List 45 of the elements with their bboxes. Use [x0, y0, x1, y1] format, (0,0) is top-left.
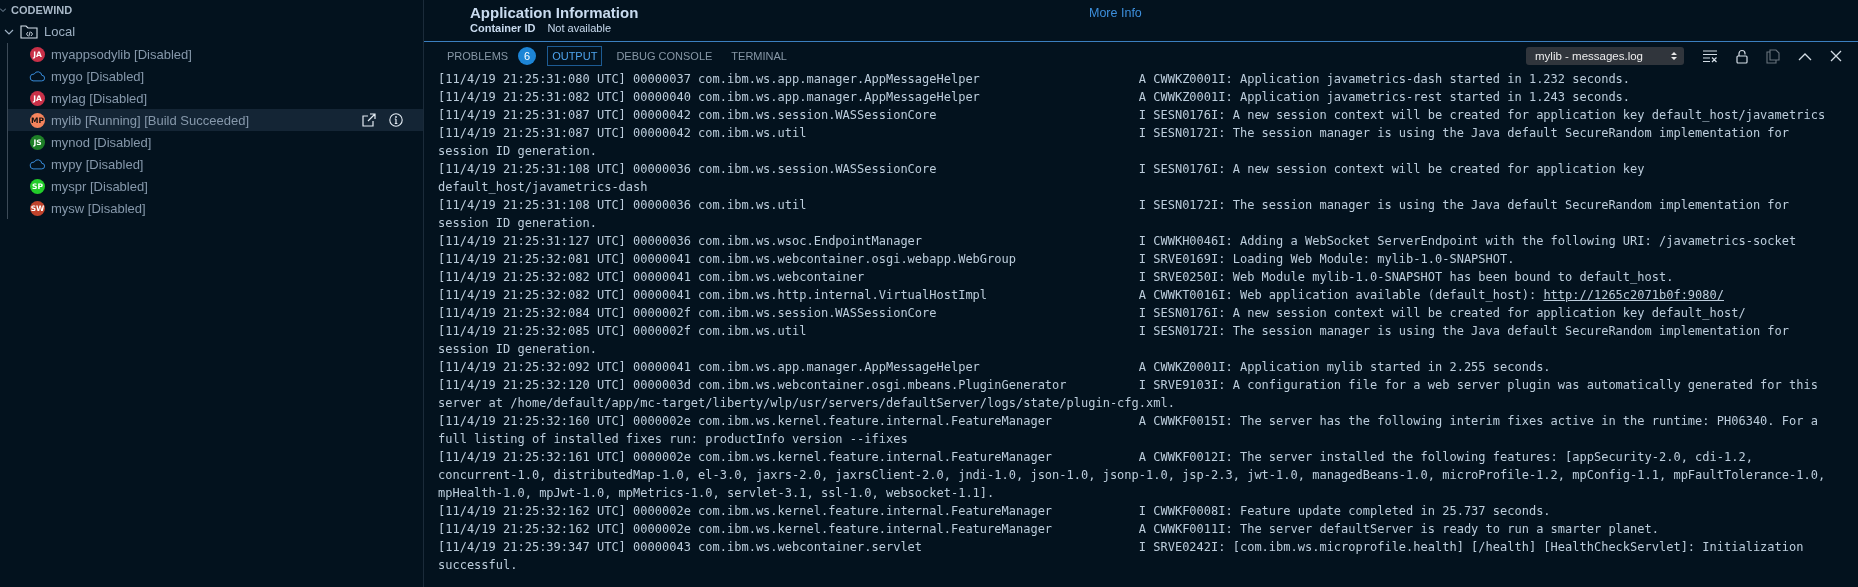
log-line: [11/4/19 21:25:32:081 UTC] 00000041 com.ibm.ws.webcontainer.osgi.webapp.WebGroup I SRVE0169I: Loading Web Module: mylib-1.0-SNAPSHOT.	[438, 251, 1516, 268]
field-value: Not available	[547, 22, 611, 34]
panel-tab[interactable]: DEBUG CONSOLE	[611, 46, 718, 66]
log-line: [11/4/19 21:25:31:082 UTC] 00000040 com.ibm.ws.app.manager.AppMessageHelper A CWWKZ0001I: Application javametrics-rest started in 1.243 seconds.	[438, 89, 1632, 106]
log-line: [11/4/19 21:25:31:108 UTC] 00000036 com.ibm.ws.session.WASSessionCore I SESN0176I: A new session context will be created for application key default_host/javametrics-dash	[438, 161, 1646, 196]
section-heading: Application Information	[470, 4, 640, 21]
project-item[interactable]: mypy [Disabled]	[8, 153, 423, 175]
panel-tab[interactable]: OUTPUT	[547, 46, 603, 66]
url-link[interactable]: http://1265c2071b0f:9080/	[1543, 288, 1724, 302]
tree-item[interactable]: Local	[0, 20, 423, 43]
log-line: [11/4/19 21:25:32:161 UTC] 0000002e com.ibm.ws.kernel.feature.internal.FeatureManager A CWWKF0012I: The server installed the following features: [appSecurity-2.0, cdi-1.2, concurrent-1.0, distributedMap-1.0, el-3.0, jaxrs-2.0, jaxrsClient-2.0, jndi-1.0, json-1.0, jsonp-1.0, jsp-2.3, jwt-1.0, managedBeans-1.0, microProfile-1.2, mpConfig-1.1, mpFaultTolerance-1.0, mpHealth-1.0, mpJwt-1.0, mpMetrics-1.0, servlet-3.1, ssl-1.0, websocket-1.1].	[438, 449, 1827, 502]
log-line: [11/4/19 21:25:31:127 UTC] 00000036 com.ibm.ws.wsoc.EndpointManager I CWWKH0046I: Adding a WebSocket ServerEndpoint with the following URI: /javametrics-socket	[438, 233, 1798, 250]
log-line: [11/4/19 21:25:32:092 UTC] 00000041 com.ibm.ws.app.manager.AppMessageHelper A CWWKZ0001I: Application mylib started in 2.255 seconds.	[438, 359, 1552, 376]
cloud-icon	[29, 69, 45, 83]
log-line: [11/4/19 21:25:39:347 UTC] 00000043 com.ibm.ws.webcontainer.servlet I SRVE0242I: [com.ibm.ws.microprofile.health] [/health] [HealthCheckServlet]: Initialization successful.	[438, 539, 1805, 574]
more-info-link[interactable]: More Info	[1089, 5, 1142, 20]
log-line: [11/4/19 21:25:31:080 UTC] 00000037 com.ibm.ws.app.manager.AppMessageHelper A CWWKZ0001I: Application javametrics-dash started in 1.232 seconds.	[438, 71, 1632, 88]
close-icon[interactable]	[1830, 50, 1842, 62]
log-line: [11/4/19 21:25:32:160 UTC] 0000002e com.ibm.ws.kernel.feature.internal.FeatureManager A CWWKF0015I: The server has the following interim fixes active in the runtime: PH06340. For a full listing of installed fixes run: productInfo version --ifixes	[438, 413, 1819, 448]
section-title: CODEWIND	[11, 4, 73, 16]
log-line: [11/4/19 21:25:32:082 UTC] 00000041 com.ibm.ws.webcontainer I SRVE0250I: Web Module mylib-1.0-SNAPSHOT has been bound to default_host.	[438, 269, 1675, 286]
field-label: Container ID	[470, 22, 536, 34]
cloud-icon	[29, 157, 45, 171]
folder-code-icon	[20, 24, 38, 39]
log-line: [11/4/19 21:25:32:162 UTC] 0000002e com.ibm.ws.kernel.feature.internal.FeatureManager A CWWKF0011I: The server defaultServer is ready to run a smarter planet.	[438, 521, 1660, 538]
updown-arrows-icon	[1671, 51, 1677, 61]
output-channel-dropdown[interactable]: mylib - messages.log	[1526, 47, 1684, 65]
panel-tab[interactable]: PROBLEMS	[442, 46, 514, 66]
log-line: [11/4/19 21:25:31:087 UTC] 00000042 com.ibm.ws.util I SESN0172I: The session manager is using the Java default SecureRandom implementation for session ID generation.	[438, 125, 1790, 160]
log-line: [11/4/19 21:25:32:085 UTC] 0000002f com.ibm.ws.util I SESN0172I: The session manager is using the Java default SecureRandom implementation for session ID generation.	[438, 323, 1790, 358]
copy-icon[interactable]	[1766, 48, 1780, 64]
clear-output-icon[interactable]	[1702, 49, 1718, 63]
panel-tab[interactable]: TERMINAL	[726, 46, 792, 66]
log-line: [11/4/19 21:25:32:084 UTC] 0000002f com.ibm.ws.session.WASSessionCore I SESN0176I: A new session context will be created for application key default_host/	[438, 305, 1747, 322]
log-line: [11/4/19 21:25:31:108 UTC] 00000036 com.ibm.ws.util I SESN0172I: The session manager is using the Java default SecureRandom implementation for session ID generation.	[438, 197, 1790, 232]
log-line: [11/4/19 21:25:31:087 UTC] 00000042 com.ibm.ws.session.WASSessionCore I SESN0176I: A new session context will be created for application key default_host/javametrics	[438, 107, 1827, 124]
log-line: [11/4/19 21:25:32:120 UTC] 0000003d com.ibm.ws.webcontainer.osgi.mbeans.PluginGenerator I SRVE9103I: A configuration file for a web server plugin was automatically generated for this server at /home/default/app/mc-target/liberty/wlp/usr/servers/defaultServer/logs/state/plugin-cfg.xml.	[438, 377, 1819, 412]
count-badge: 6	[518, 47, 537, 65]
lock-icon[interactable]	[1736, 48, 1748, 64]
open-external-icon[interactable]	[362, 113, 376, 127]
log-line: [11/4/19 21:25:32:162 UTC] 0000002e com.ibm.ws.kernel.feature.internal.FeatureManager I CWWKF0008I: Feature update completed in 25.737 seconds.	[438, 503, 1552, 520]
info-icon[interactable]	[389, 113, 403, 127]
log-line: [11/4/19 21:25:32:082 UTC] 00000041 com.ibm.ws.http.internal.VirtualHostImpl A CWWKT0016I: Web application available (default_host): http://1265c2071b0f:9080/	[438, 287, 1725, 304]
chevron-up-icon[interactable]	[1798, 51, 1812, 61]
project-item[interactable]: mygo [Disabled]	[8, 65, 423, 87]
